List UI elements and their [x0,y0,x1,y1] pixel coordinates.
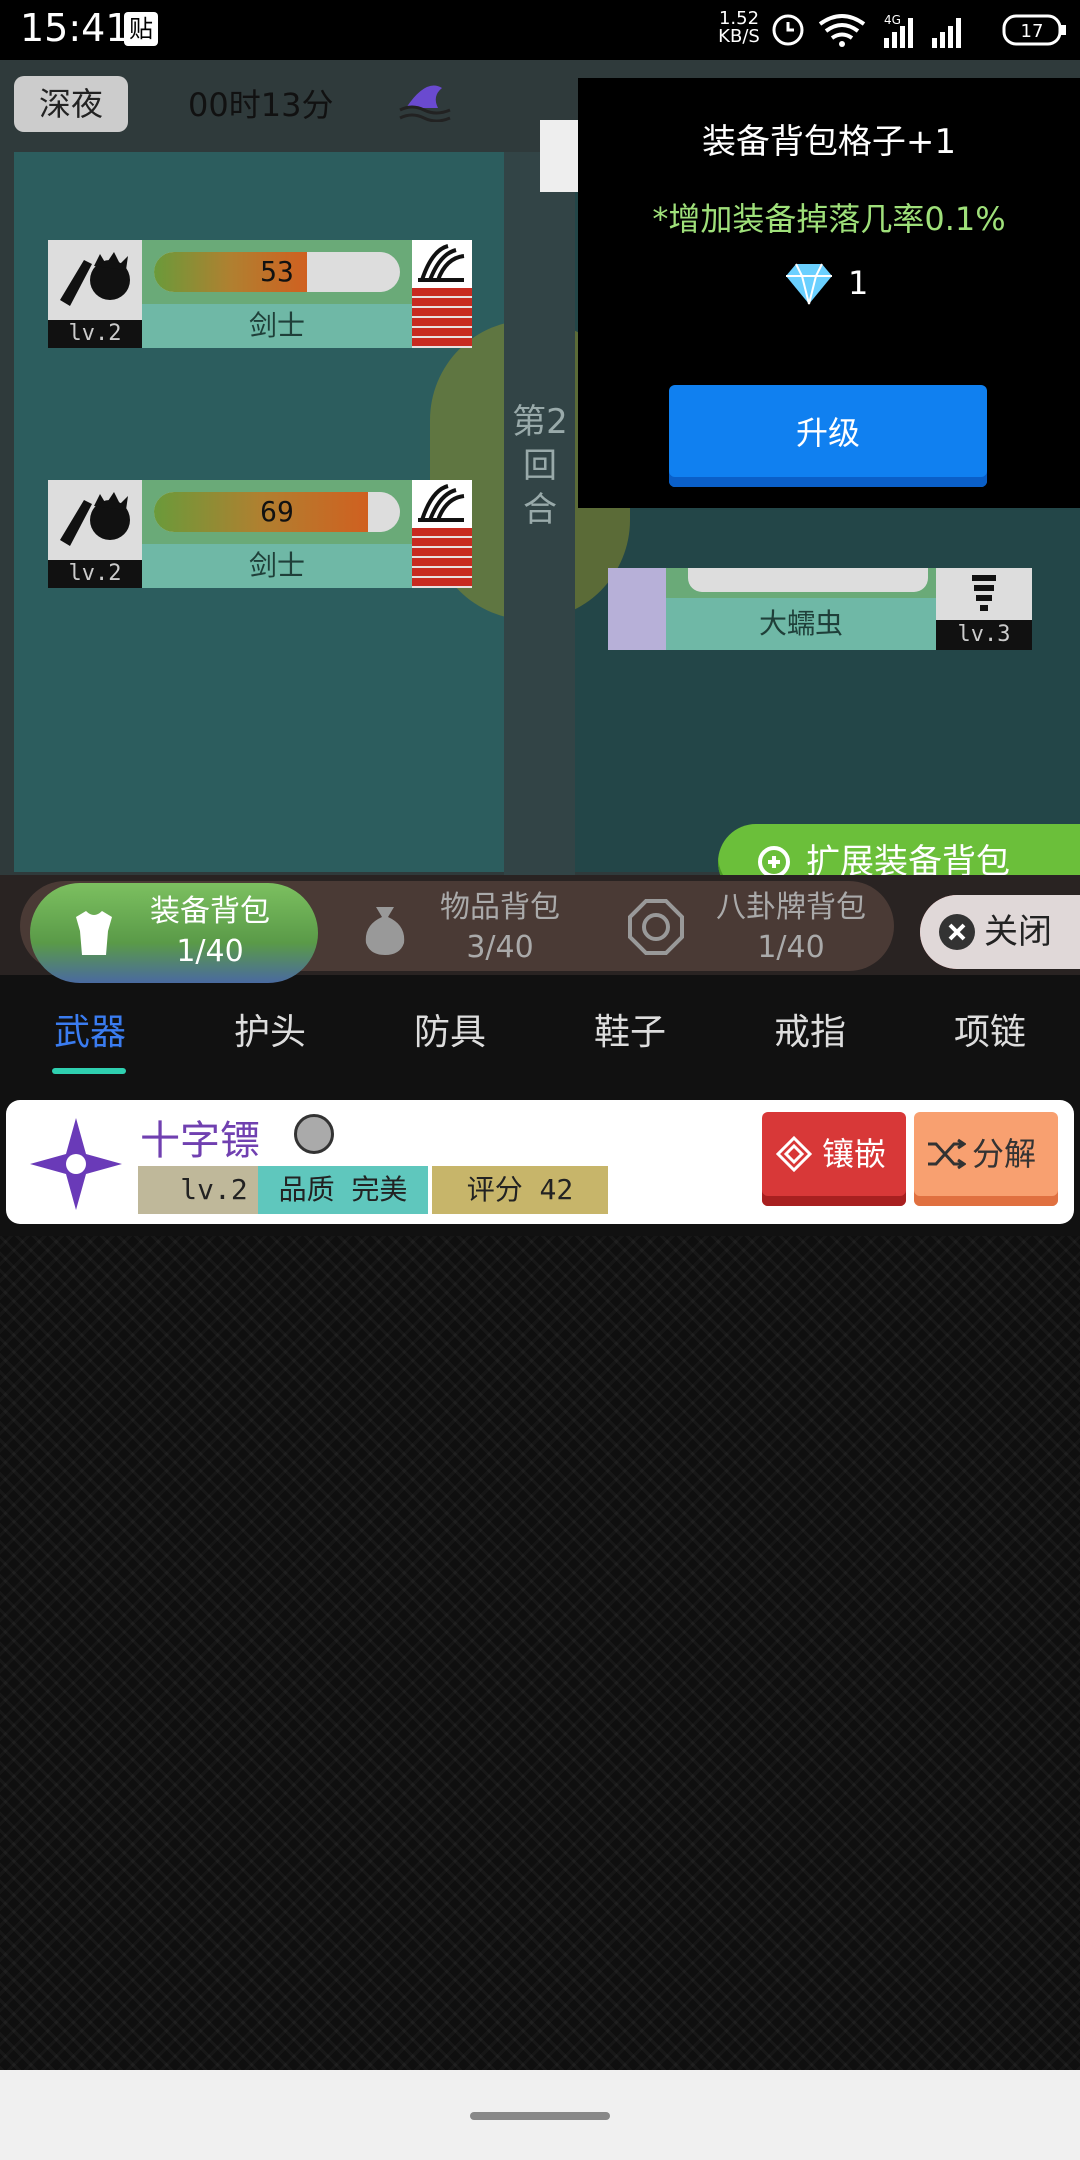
decompose-button[interactable]: 分解 [914,1112,1058,1206]
item-quality-tag: 品质 完美 [258,1166,428,1214]
decompose-label: 分解 [972,1135,1037,1173]
expand-bag-label: 扩展装备背包 [806,842,1010,875]
tab-necklace[interactable]: 项链 [930,1003,1050,1055]
tab-count: 3/40 [466,930,534,965]
popup-description: *增加装备掉落几率0.1% [652,200,1006,238]
bag-tabs-bar: 装备背包 1/40 物品背包 3/40 八卦牌背包 1/40 关闭 [0,875,1080,983]
hp-bar: 69 [154,492,400,532]
swordsman-icon [60,252,130,306]
diamond-icon [786,263,832,305]
equipment-item-card[interactable]: 十字镖 lv.2 品质 完美 评分 42 镶嵌 分解 [6,1100,1074,1224]
tab-weapon[interactable]: 武器 [30,1003,150,1055]
unit-flag [412,480,472,588]
tieba-notification-icon: 贴 [124,12,158,46]
unit-buff-stripes [412,528,472,588]
status-icons: 4G 17 [772,13,1066,48]
system-nav-bar [0,2070,1080,2160]
tab-shoes[interactable]: 鞋子 [570,1003,690,1055]
signal-icon [932,18,961,48]
armor-icon [76,911,112,955]
svg-text:4G: 4G [884,13,901,27]
item-score-tag: 评分 42 [432,1166,608,1214]
close-icon [939,914,975,950]
gem-cost: 1 [848,264,869,302]
witch-hat-icon [399,85,451,122]
category-tabs: 武器 护头 防具 鞋子 戒指 项链 [0,985,1080,1085]
enemy-unit-card[interactable]: 大蠕虫 lv.3 [608,568,1032,650]
tab-equipment-bag[interactable]: 装备背包 1/40 [30,883,318,983]
hp-area: 53 [142,240,412,304]
speed-unit: KB/S [718,26,760,47]
enemy-flag [608,568,666,650]
bagua-icon [628,899,684,955]
enemy-level: lv.3 [936,620,1032,650]
tab-count: 1/40 [176,934,244,969]
enemy-hp-bar [688,568,928,592]
svg-text:17: 17 [1021,21,1044,42]
gear-plus-icon [758,846,790,875]
battery-icon: 17 [1002,14,1066,46]
game-timer: 00时13分 [188,86,334,124]
worm-icon [972,575,996,611]
tab-armor[interactable]: 防具 [390,1003,510,1055]
tab-label: 八卦牌背包 [716,890,866,925]
tab-item-bag[interactable]: 物品背包 3/40 [350,889,590,969]
unit-level: lv.2 [48,560,142,588]
ally-unit-card[interactable]: lv.2 53 剑士 [48,240,472,348]
status-bar: 15:41 贴 1.52 KB/S 4G 17 [0,0,1080,60]
hp-bar: 53 [154,252,400,292]
hp-value: 69 [260,495,294,528]
upgrade-button[interactable]: 升级 [669,385,987,487]
close-button[interactable]: 关闭 [920,895,1080,969]
round-indicator: 第2回合 [512,402,568,530]
shuriken-icon [30,1118,122,1210]
network-speed: 1.52 KB/S [712,10,766,46]
tab-helmet[interactable]: 护头 [210,1003,330,1055]
bag-icon [365,907,405,955]
close-button-face: 关闭 [920,895,1080,969]
alarm-icon [772,14,804,46]
close-label: 关闭 [984,912,1052,952]
wifi-icon [818,14,866,47]
unit-level: lv.2 [48,320,142,348]
tab-count: 1/40 [757,930,825,965]
unit-name: 剑士 [142,544,412,588]
home-gesture-handle[interactable] [470,2112,610,2120]
inlay-label: 镶嵌 [822,1135,887,1173]
active-tab-indicator [52,1068,126,1074]
hp-area: 69 [142,480,412,544]
item-name: 十字镖 [140,1118,260,1164]
status-time: 15:41 [20,6,130,50]
claw-icon [418,244,465,282]
ally-unit-card[interactable]: lv.2 69 剑士 [48,480,472,588]
popup-title: 装备背包格子+1 [701,122,957,162]
inlay-button[interactable]: 镶嵌 [762,1112,906,1206]
swordsman-icon [60,492,130,546]
night-phase-button[interactable]: 深夜 [14,76,128,132]
item-list-background [0,1236,1080,2070]
expand-bag-button[interactable]: 扩展装备背包 [718,824,1080,875]
tab-label: 装备背包 [150,894,270,929]
shuffle-icon [928,1138,966,1170]
unit-name: 剑士 [142,304,412,348]
unit-buff-stripes [412,288,472,348]
claw-icon [418,484,465,522]
signal-4g-icon: 4G [884,13,913,48]
hp-value: 53 [260,255,294,288]
unit-flag [412,240,472,348]
tab-bagua-bag[interactable]: 八卦牌背包 1/40 [624,889,894,969]
tab-ring[interactable]: 戒指 [750,1003,870,1055]
quality-gem-slot [294,1114,334,1154]
gem-outline-icon [776,1136,812,1172]
enemy-name: 大蠕虫 [666,598,936,650]
enemy-hp-area [666,568,936,598]
notice-board-edge [540,120,578,192]
tab-label: 物品背包 [440,890,560,925]
